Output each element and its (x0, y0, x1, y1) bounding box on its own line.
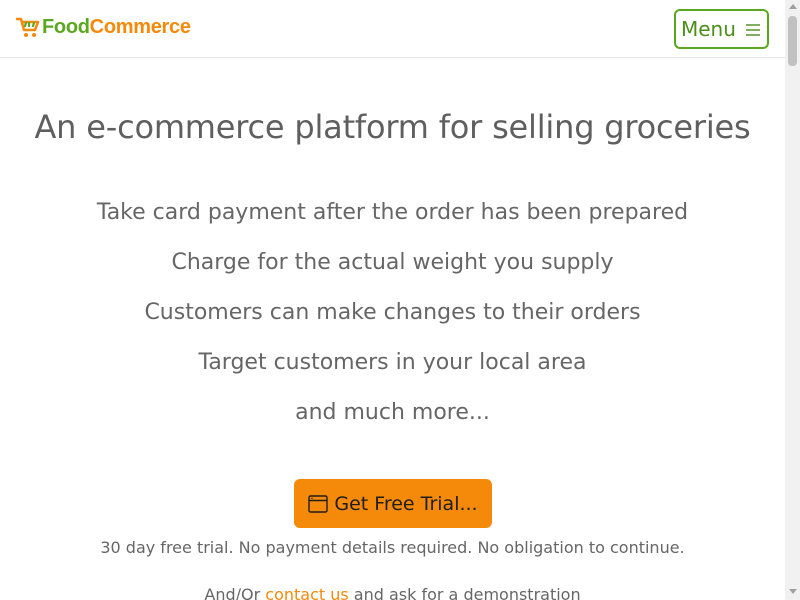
feature-item: Take card payment after the order has be… (96, 200, 689, 225)
menu-button-label: Menu (681, 17, 736, 41)
contact-line: And/Or contact us and ask for a demonstr… (0, 584, 785, 600)
vertical-scrollbar[interactable] (785, 0, 800, 600)
main-content: An e-commerce platform for selling groce… (0, 59, 785, 600)
logo-text-food: Food (42, 16, 90, 38)
menu-button[interactable]: Menu (674, 9, 769, 49)
get-free-trial-button[interactable]: Get Free Trial... (294, 479, 492, 528)
site-logo[interactable]: FoodCommerce (16, 15, 191, 39)
scroll-up-arrow-icon[interactable] (789, 4, 797, 9)
contact-prefix: And/Or (204, 585, 266, 600)
feature-item: and much more... (295, 400, 490, 425)
feature-item: Charge for the actual weight you supply (171, 250, 614, 275)
site-header: FoodCommerce Menu (0, 0, 785, 58)
hero-title: An e-commerce platform for selling groce… (34, 108, 751, 146)
scroll-down-arrow-icon[interactable] (789, 589, 797, 594)
contact-us-link[interactable]: contact us (265, 585, 348, 600)
logo-text-commerce: Commerce (89, 16, 191, 38)
feature-item: Target customers in your local area (198, 350, 587, 375)
window-icon (308, 494, 329, 513)
hamburger-icon (746, 24, 760, 36)
feature-item: Customers can make changes to their orde… (144, 300, 641, 325)
get-free-trial-label: Get Free Trial... (334, 492, 478, 515)
shopping-cart-icon (16, 17, 40, 37)
trial-note: 30 day free trial. No payment details re… (100, 538, 685, 557)
scrollbar-thumb[interactable] (788, 16, 797, 66)
contact-suffix: and ask for a demonstration (348, 585, 581, 600)
page: FoodCommerce Menu An e-commerce platform… (0, 0, 800, 600)
logo-text: FoodCommerce (42, 15, 191, 39)
